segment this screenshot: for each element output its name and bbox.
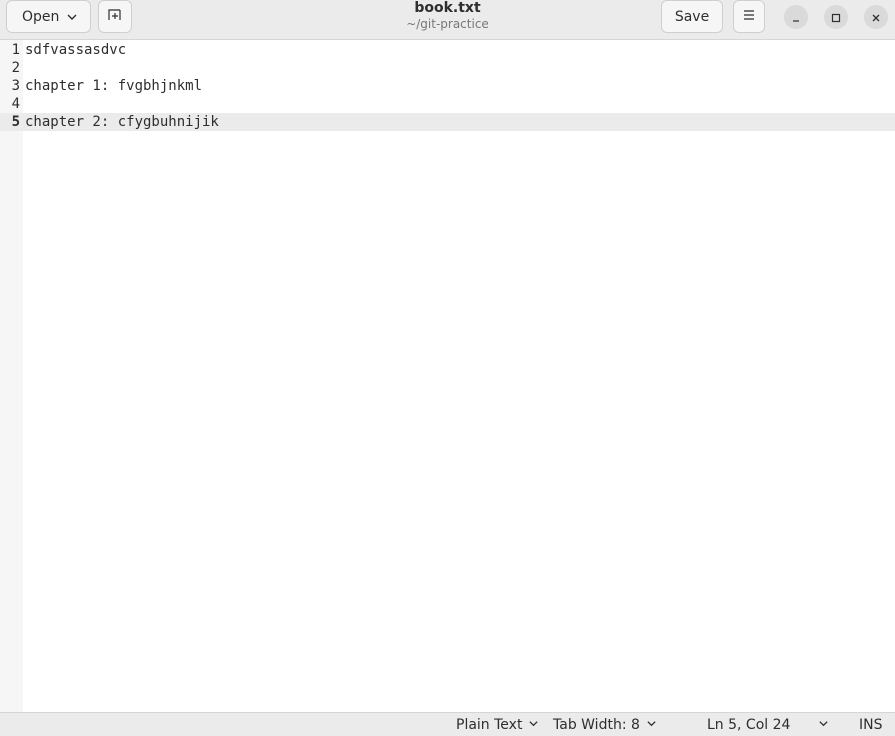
main-menu-button[interactable]	[733, 0, 765, 33]
open-button[interactable]: Open	[6, 0, 91, 33]
document-title: book.txt	[414, 0, 481, 16]
new-tab-button[interactable]	[98, 0, 132, 33]
editor-line-current[interactable]: 5 chapter 2: cfygbuhnijik	[0, 113, 895, 131]
close-button[interactable]	[864, 5, 888, 29]
open-button-label: Open	[22, 8, 60, 25]
line-text: chapter 1: fvgbhjnkml	[25, 78, 203, 94]
maximize-icon	[831, 8, 841, 27]
line-number: 3	[11, 78, 20, 94]
minimize-button[interactable]	[784, 5, 808, 29]
editor-line[interactable]: 2	[0, 59, 895, 77]
chevron-down-icon	[818, 717, 829, 733]
maximize-button[interactable]	[824, 5, 848, 29]
editor-line[interactable]: 4	[0, 95, 895, 113]
language-label: Plain Text	[456, 717, 523, 733]
line-text: chapter 2: cfygbuhnijik	[25, 114, 219, 130]
go-to-line-dropdown[interactable]	[818, 717, 829, 733]
chevron-down-icon	[66, 11, 78, 27]
editor-line[interactable]: 3 chapter 1: fvgbhjnkml	[0, 77, 895, 95]
header-bar: Open book.txt ~/git-practice Save	[0, 0, 895, 40]
cursor-position-label: Ln 5, Col 24	[707, 717, 791, 733]
language-selector[interactable]: Plain Text	[456, 717, 539, 733]
tab-width-selector[interactable]: Tab Width: 8	[553, 717, 657, 733]
text-editor[interactable]: 1 sdfvassasdvc 2 3 chapter 1: fvgbhjnkml…	[0, 40, 895, 712]
line-number: 4	[11, 96, 20, 112]
line-number: 5	[11, 114, 20, 130]
editor-line[interactable]: 1 sdfvassasdvc	[0, 41, 895, 59]
minimize-icon	[791, 8, 801, 27]
new-tab-icon	[107, 7, 123, 27]
save-button-label: Save	[674, 8, 710, 25]
hamburger-menu-icon	[742, 9, 756, 25]
cursor-position[interactable]: Ln 5, Col 24	[707, 717, 790, 733]
close-icon	[871, 8, 881, 27]
status-bar: Plain Text Tab Width: 8 Ln 5, Col 24 INS	[0, 712, 895, 736]
window-title: book.txt ~/git-practice	[300, 0, 595, 31]
document-path: ~/git-practice	[406, 17, 489, 31]
line-number: 2	[11, 60, 20, 76]
insert-mode-indicator[interactable]: INS	[859, 717, 883, 733]
tab-width-label: Tab Width: 8	[553, 717, 640, 733]
chevron-down-icon	[528, 717, 539, 733]
line-number-gutter	[0, 40, 23, 712]
line-text: sdfvassasdvc	[25, 42, 127, 58]
save-button[interactable]: Save	[661, 0, 723, 33]
chevron-down-icon	[646, 717, 657, 733]
insert-mode-label: INS	[859, 717, 883, 733]
line-number: 1	[11, 42, 20, 58]
